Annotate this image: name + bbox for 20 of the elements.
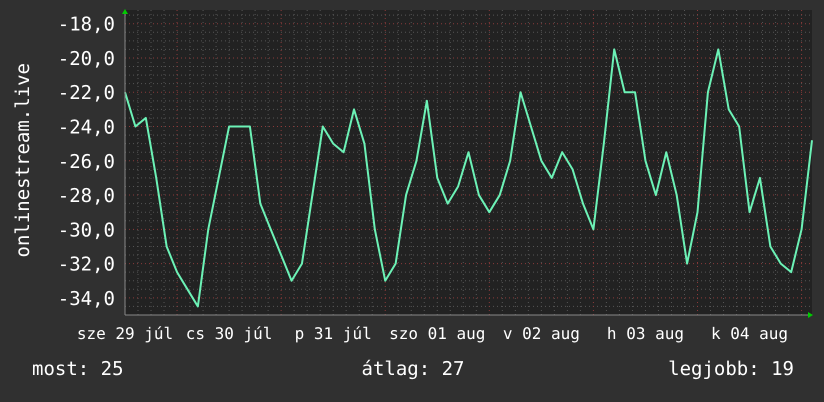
x-tick-label: v 02 aug [502,324,580,343]
x-tick-label: h 03 aug [606,324,684,343]
x-tick-label: szo 01 aug [389,324,486,343]
x-tick-label: k 04 aug [711,324,788,343]
x-tick-label: cs 30 júl [186,324,272,343]
x-tick-label: p 31 júl [294,324,372,343]
stat-text: átlag: 27 [362,358,464,380]
axis-title: onlinestream.live [12,62,34,258]
y-tick-label: -26,0 [58,150,115,173]
x-tick-label: sze 29 júl [76,324,174,343]
y-tick-label: -34,0 [58,288,115,310]
y-tick-label: -22,0 [58,82,115,104]
y-tick-label: -20,0 [58,48,115,70]
stat-text: legjobb: 19 [668,358,794,380]
y-tick-label: -28,0 [58,185,115,208]
y-tick-label: -24,0 [58,116,115,139]
y-tick-label: -32,0 [58,254,115,276]
stat-text: most: 25 [32,358,124,380]
y-tick-label: -30,0 [58,219,115,242]
y-tick-label: -18,0 [58,14,115,36]
